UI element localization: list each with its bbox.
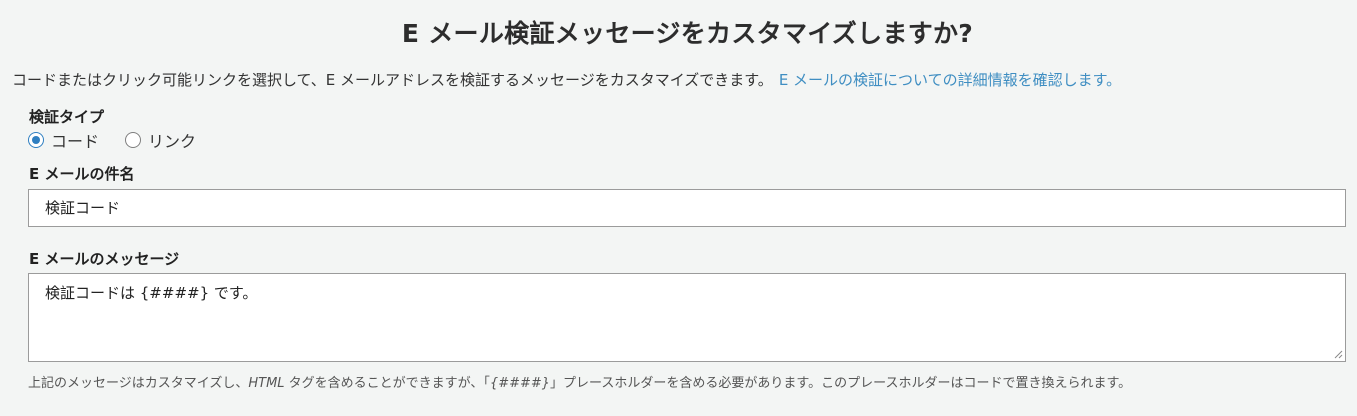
- message-hint: 上記のメッセージはカスタマイズし、HTML タグを含めることができますが、「{#…: [28, 372, 1131, 391]
- page-description: コードまたはクリック可能リンクを選択して、E メールアドレスを検証するメッセージ…: [12, 69, 1121, 90]
- hint-text-3: 」プレースホルダーを含める必要があります。このプレースホルダーはコードで置き換え…: [550, 376, 1132, 391]
- radio-link-button[interactable]: [125, 132, 142, 148]
- description-text: コードまたはクリック可能リンクを選択して、E メールアドレスを検証するメッセージ…: [12, 71, 773, 89]
- resize-handle-icon[interactable]: [1334, 350, 1343, 359]
- page-title: E メール検証メッセージをカスタマイズしますか?: [401, 19, 974, 48]
- hint-text-2: タグを含めることができますが、「: [284, 376, 490, 391]
- verification-type-radio-group: コード リンク: [28, 128, 222, 152]
- hint-html-text: HTML: [248, 376, 285, 391]
- radio-code-label: コード: [51, 132, 100, 151]
- radio-code-button[interactable]: [28, 132, 44, 148]
- email-message-text: 検証コードは {####} です。: [45, 284, 258, 302]
- email-subject-input[interactable]: 検証コード: [28, 189, 1346, 227]
- radio-code[interactable]: コード: [28, 128, 99, 152]
- email-subject-label: E メールの件名: [29, 165, 135, 183]
- email-message-label: E メールのメッセージ: [29, 250, 180, 268]
- learn-more-link[interactable]: E メールの検証についての詳細情報を確認します。: [779, 71, 1121, 89]
- hint-placeholder-text: {####}: [489, 376, 551, 391]
- hint-text-1: 上記のメッセージはカスタマイズし、: [28, 376, 249, 391]
- email-message-textarea[interactable]: 検証コードは {####} です。: [28, 273, 1346, 362]
- radio-link-label: リンク: [148, 132, 197, 151]
- radio-link[interactable]: リンク: [125, 128, 196, 152]
- verification-type-label: 検証タイプ: [29, 108, 105, 126]
